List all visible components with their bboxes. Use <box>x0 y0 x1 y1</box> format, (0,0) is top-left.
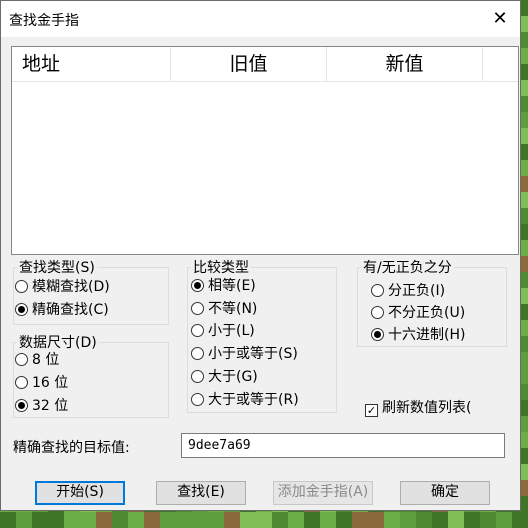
radio-circle <box>191 347 204 360</box>
background-tile <box>336 512 352 528</box>
background-tile <box>160 512 176 528</box>
radio-circle <box>191 324 204 337</box>
column-header-new-value[interactable]: 新值 <box>327 47 483 81</box>
radio-label: 模糊查找(D) <box>32 279 110 295</box>
background-tile <box>432 512 448 528</box>
radio-greater-or-equal[interactable]: 大于或等于(R) <box>191 390 299 410</box>
background-tile <box>384 512 400 528</box>
background-tile <box>416 512 432 528</box>
radio-label: 不分正负(U) <box>388 305 466 321</box>
radio-fuzzy-search[interactable]: 模糊查找(D) <box>15 277 110 297</box>
radio-size-16[interactable]: 16 位 <box>15 373 68 393</box>
background-tile <box>480 512 496 528</box>
target-value-label: 精确查找的目标值: <box>13 440 130 456</box>
radio-equal[interactable]: 相等(E) <box>191 276 256 296</box>
find-button[interactable]: 查找(E) <box>156 481 246 505</box>
background-tile <box>80 512 96 528</box>
background-tile <box>224 512 240 528</box>
background-tile <box>144 512 160 528</box>
start-button[interactable]: 开始(S) <box>35 481 125 505</box>
title-bar: 查找金手指 ✕ <box>1 1 520 37</box>
background-tile <box>112 512 128 528</box>
radio-circle <box>15 303 28 316</box>
radio-greater-than[interactable]: 大于(G) <box>191 367 258 387</box>
radio-circle <box>15 399 28 412</box>
background-tile <box>448 512 464 528</box>
find-cheat-dialog: 查找金手指 ✕ 地址 旧值 新值 查找类型(S) 模糊查找(D) 精确查找(C)… <box>0 0 521 511</box>
radio-label: 十六进制(H) <box>388 327 466 343</box>
radio-size-32[interactable]: 32 位 <box>15 396 68 416</box>
radio-label: 精确查找(C) <box>32 302 109 318</box>
radio-label: 小于(L) <box>208 323 255 339</box>
radio-not-equal[interactable]: 不等(N) <box>191 299 257 319</box>
target-value-input[interactable] <box>181 433 505 458</box>
background-tile <box>240 512 256 528</box>
sign-legend: 有/无正负之分 <box>363 260 452 276</box>
column-header-address[interactable]: 地址 <box>12 47 171 81</box>
background-tile <box>176 512 192 528</box>
radio-circle <box>15 376 28 389</box>
radio-label: 不等(N) <box>208 301 258 317</box>
radio-circle <box>191 279 204 292</box>
radio-label: 16 位 <box>32 375 69 391</box>
radio-circle <box>191 302 204 315</box>
background-tile <box>400 512 416 528</box>
results-list[interactable]: 地址 旧值 新值 <box>11 46 519 255</box>
background-tile <box>288 512 304 528</box>
background-tile <box>512 512 528 528</box>
radio-label: 相等(E) <box>208 278 256 294</box>
radio-label: 32 位 <box>32 398 69 414</box>
compare-type-legend: 比较类型 <box>193 260 249 276</box>
radio-label: 8 位 <box>32 352 60 368</box>
background-tile <box>464 512 480 528</box>
background-tile <box>192 512 208 528</box>
background-tile <box>304 512 320 528</box>
background-tile <box>128 512 144 528</box>
checkmark-icon: ✓ <box>365 404 378 417</box>
background-tile <box>0 512 16 528</box>
background-tile <box>48 512 64 528</box>
background-tile <box>16 512 32 528</box>
radio-circle <box>191 370 204 383</box>
radio-label: 分正负(I) <box>388 283 446 299</box>
refresh-list-checkbox[interactable]: ✓ 刷新数值列表( <box>365 398 471 418</box>
radio-exact-search[interactable]: 精确查找(C) <box>15 300 109 320</box>
checkbox-label: 刷新数值列表( <box>382 400 472 416</box>
radio-circle <box>371 284 384 297</box>
background-tile <box>272 512 288 528</box>
radio-circle <box>371 306 384 319</box>
radio-size-8[interactable]: 8 位 <box>15 350 59 370</box>
data-size-legend: 数据尺寸(D) <box>19 335 97 351</box>
radio-circle <box>371 328 384 341</box>
radio-less-or-equal[interactable]: 小于或等于(S) <box>191 344 298 364</box>
radio-label: 小于或等于(S) <box>208 346 298 362</box>
background-tile <box>496 512 512 528</box>
radio-hexadecimal[interactable]: 十六进制(H) <box>371 325 465 345</box>
radio-signed[interactable]: 分正负(I) <box>371 281 445 301</box>
radio-circle <box>191 393 204 406</box>
background-tile <box>208 512 224 528</box>
ok-button[interactable]: 确定 <box>400 481 490 505</box>
background-tile <box>352 512 368 528</box>
window-title: 查找金手指 <box>9 13 79 29</box>
background-tile <box>64 512 80 528</box>
radio-label: 大于或等于(R) <box>208 392 299 408</box>
column-header-old-value[interactable]: 旧值 <box>171 47 327 81</box>
add-cheat-button[interactable]: 添加金手指(A) <box>273 481 373 505</box>
background-tile <box>320 512 336 528</box>
radio-circle <box>15 353 28 366</box>
radio-unsigned[interactable]: 不分正负(U) <box>371 303 465 323</box>
radio-label: 大于(G) <box>208 369 258 385</box>
background-tile <box>256 512 272 528</box>
background-tile <box>368 512 384 528</box>
close-icon[interactable]: ✕ <box>480 1 520 37</box>
list-header: 地址 旧值 新值 <box>12 47 518 82</box>
radio-less-than[interactable]: 小于(L) <box>191 321 255 341</box>
background-tile <box>32 512 48 528</box>
radio-circle <box>15 280 28 293</box>
search-type-legend: 查找类型(S) <box>19 260 95 276</box>
background-tile <box>96 512 112 528</box>
